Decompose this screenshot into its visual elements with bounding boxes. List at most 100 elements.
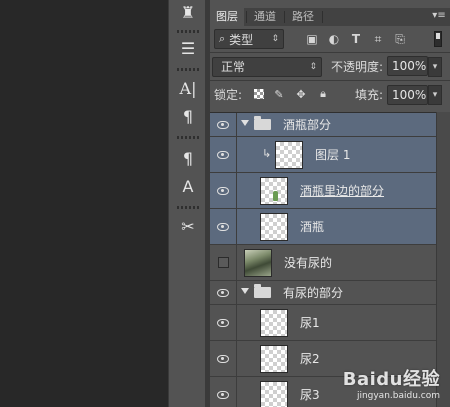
tab-separator [246,11,247,23]
visibility-toggle[interactable] [210,281,237,304]
paragraph-styles-icon[interactable]: ☰ [174,36,202,60]
eye-icon [217,288,229,297]
layer-row[interactable]: 尿1 [210,305,436,341]
layers-scrollbar[interactable] [436,112,450,407]
paragraph-panel-icon[interactable]: ¶ [174,104,202,128]
opacity-label: 不透明度: [331,60,384,74]
layer-group-row[interactable]: 酒瓶部分 [210,113,436,137]
opacity-input[interactable]: 100% [387,56,428,76]
fill-input[interactable]: 100% [387,85,428,105]
grip-divider [177,136,199,139]
panel-tool-strip: ♜ ☰ A| ¶ ¶ A ✂ [168,0,206,407]
visibility-toggle[interactable] [210,245,237,280]
paragraph-style-icon[interactable]: ¶ [174,146,202,170]
shape-filter-icon[interactable]: ⌗ [370,31,386,47]
visibility-toggle[interactable] [210,377,237,407]
visibility-toggle[interactable] [210,305,237,340]
layer-name: 有尿的部分 [283,286,344,300]
visibility-toggle[interactable] [210,173,237,208]
layer-thumbnail [260,345,288,373]
watermark-main-text: Baidu经验 [342,369,440,390]
tab-paths[interactable]: 路径 [286,8,320,26]
divider [210,80,450,81]
layer-thumbnail [275,141,303,169]
tab-layers[interactable]: 图层 [210,8,244,26]
lock-image-pixels-icon[interactable]: ✎ [272,87,286,101]
layer-name: 酒瓶部分 [283,118,332,132]
tab-channels[interactable]: 通道 [248,8,282,26]
eye-icon [217,120,229,129]
layer-name: 尿3 [300,388,320,402]
eye-icon [217,318,229,327]
folder-icon [254,284,271,298]
document-canvas-area [0,0,168,407]
blend-row: 正常 ⇕ 不透明度: 100% ▾ [210,56,450,78]
layer-row[interactable]: ↳ 图层 1 [210,137,436,173]
layer-group-row[interactable]: 有尿的部分 [210,281,436,305]
image-filter-icon[interactable]: ▣ [304,31,320,47]
layer-name: 图层 1 [315,148,351,162]
visibility-toggle[interactable] [210,209,237,244]
chevron-updown-icon: ⇕ [271,34,279,44]
visibility-toggle[interactable] [210,137,237,172]
layers-panel: 图层 通道 路径 ▾≡ ⌕ 类型 ⇕ ▣ ◐ T ⌗ ⎘ 正常 ⇕ 不透明度: … [210,0,450,407]
character-style-icon[interactable]: A [174,174,202,198]
lock-transparent-pixels-icon[interactable] [252,87,266,101]
smart-object-filter-icon[interactable]: ⎘ [392,31,408,47]
panel-menu-icon[interactable]: ▾≡ [432,10,446,22]
lock-row: 锁定: ✎ ✥ 🔒︎ 填充: 100% ▾ [210,84,450,106]
layer-name: 酒瓶 [300,220,325,234]
lock-all-icon[interactable]: 🔒︎ [316,87,330,101]
layer-thumbnail [244,249,272,277]
type-filter-icon[interactable]: T [348,31,364,47]
filter-kind-label: 类型 [229,32,254,47]
visibility-toggle[interactable] [210,113,237,136]
eye-icon [217,390,229,399]
layer-row[interactable]: 没有尿的 [210,245,436,281]
watermark-sub-text: jingyan.baidu.com [356,391,440,401]
adjustment-filter-icon[interactable]: ◐ [326,31,342,47]
eye-icon [217,150,229,159]
baidu-watermark: Baidu经验 jingyan.baidu.com [343,365,440,401]
divider [210,52,450,53]
layer-name: 尿2 [300,352,320,366]
filter-toggle-switch[interactable] [434,31,442,47]
filter-kind-select[interactable]: ⌕ 类型 ⇕ [214,29,284,49]
folder-icon [254,116,271,130]
hidden-visibility-box [217,257,229,268]
character-panel-icon[interactable]: A| [174,76,202,100]
fill-label: 填充: [355,88,384,102]
grip-divider [177,206,199,209]
blend-mode-select[interactable]: 正常 ⇕ [212,57,322,77]
grip-divider [177,30,199,33]
fill-dropdown-icon[interactable]: ▾ [428,85,442,105]
layer-row[interactable]: 酒瓶里边的部分 [210,173,436,209]
layer-row[interactable]: 酒瓶 [210,209,436,245]
expand-triangle-icon[interactable] [241,288,249,294]
eye-icon [217,354,229,363]
lock-position-icon[interactable]: ✥ [294,87,308,101]
layer-name: 尿1 [300,316,320,330]
tab-separator [322,11,323,23]
layer-thumbnail [260,177,288,205]
visibility-toggle[interactable] [210,341,237,376]
panel-tabs: 图层 通道 路径 [210,8,450,26]
layer-filter-row: ⌕ 类型 ⇕ ▣ ◐ T ⌗ ⎘ [210,28,450,50]
layer-name: 酒瓶里边的部分 [300,184,385,198]
tab-separator [284,11,285,23]
eye-icon [217,186,229,195]
layer-thumbnail [260,309,288,337]
puppet-tool-icon[interactable]: ♜ [174,0,202,24]
grip-divider [177,68,199,71]
clipping-mask-arrow-icon: ↳ [262,147,272,160]
blend-mode-value: 正常 [221,60,246,74]
bottle-shape [273,191,278,201]
layers-list: 酒瓶部分 ↳ 图层 1 酒瓶里边的部分 酒瓶 没有尿的 有尿的部分 尿1 尿2 … [210,112,450,407]
layer-thumbnail [260,381,288,407]
expand-triangle-icon[interactable] [241,120,249,126]
lock-label: 锁定: [214,88,243,102]
opacity-dropdown-icon[interactable]: ▾ [428,57,442,77]
tool-presets-icon[interactable]: ✂ [174,214,202,238]
layer-thumbnail [260,213,288,241]
eye-icon [217,222,229,231]
